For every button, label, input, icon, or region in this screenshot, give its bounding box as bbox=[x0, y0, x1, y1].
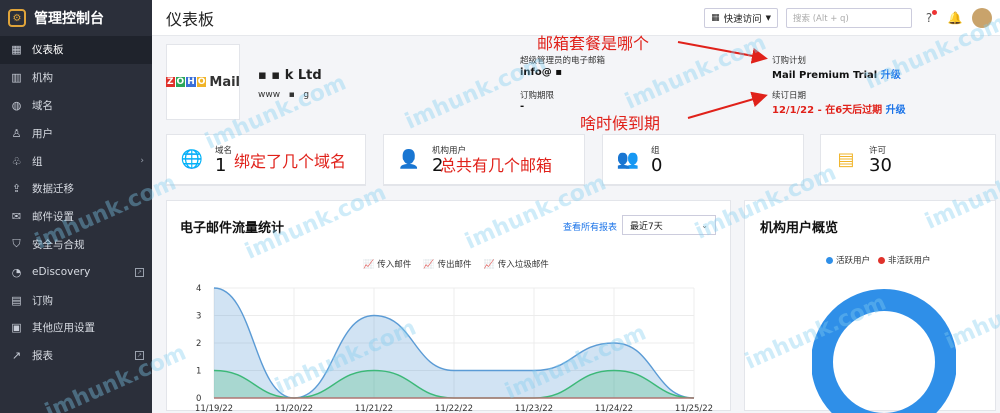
arrow-to-expiry bbox=[687, 91, 768, 119]
arrow-to-plan bbox=[677, 41, 768, 64]
annotation-arrows bbox=[677, 41, 768, 119]
